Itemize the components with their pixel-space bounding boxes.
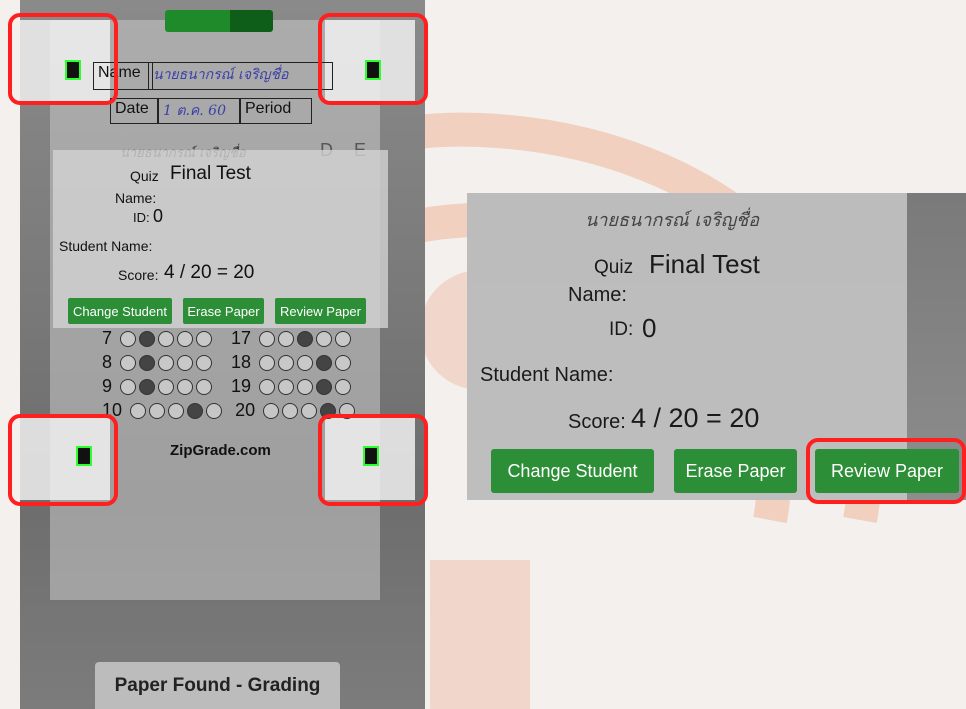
scan-progress-indicator [165, 10, 273, 32]
id-label: ID: [133, 210, 150, 225]
bubble-filled-icon [316, 379, 333, 396]
bubble-icon [196, 355, 213, 372]
bubble-icon [282, 403, 299, 420]
zoom-student-name-label: Student Name: [480, 364, 614, 386]
date-value: 1 ต.ค. 60 [163, 103, 226, 119]
score-value: 4 / 20 = 20 [164, 262, 255, 283]
zoom-name-label: Name: [568, 284, 627, 306]
date-label-cell: Date [110, 98, 158, 124]
bubble-icon [177, 331, 194, 348]
bubble-icon [149, 403, 166, 420]
name-field-label: Name: [115, 190, 157, 206]
bubble-filled-icon [316, 355, 333, 372]
zoom-erase-paper-button[interactable]: Erase Paper [674, 449, 797, 493]
question-number: 17 [231, 328, 252, 348]
bubble-icon [177, 379, 194, 396]
erase-paper-button[interactable]: Erase Paper [183, 298, 264, 324]
bubble-icon [335, 355, 352, 372]
period-label-cell: Period [240, 98, 312, 124]
bubble-icon [168, 403, 185, 420]
score-label: Score: [118, 267, 159, 283]
zoom-change-student-button[interactable]: Change Student [491, 449, 654, 493]
highlight-top-left [8, 13, 118, 105]
zoom-handwritten-name: นายธนากรณ์ เจริญชื่อ [585, 210, 760, 231]
zoom-quiz-label: Quiz [594, 257, 634, 278]
bubble-icon [301, 403, 318, 420]
change-student-button[interactable]: Change Student [68, 298, 172, 324]
student-name-label: Student Name: [59, 238, 153, 254]
highlight-bottom-right [318, 414, 428, 506]
bubble-icon [177, 355, 194, 372]
bubble-icon [259, 331, 276, 348]
question-number: 9 [102, 376, 113, 396]
bubble-icon [297, 379, 314, 396]
quiz-label: Quiz [130, 168, 159, 184]
question-number: 18 [231, 352, 252, 372]
bubble-icon [259, 355, 276, 372]
answer-row: 7 17 [102, 328, 352, 349]
bubble-icon [297, 355, 314, 372]
question-number: 19 [231, 376, 252, 396]
quiz-name: Final Test [170, 163, 251, 184]
bubble-filled-icon [139, 331, 156, 348]
highlight-bottom-left [8, 414, 118, 506]
bubble-filled-icon [297, 331, 314, 348]
zoom-id-label: ID: [609, 319, 634, 340]
camera-scan-screen: Name นายธนากรณ์ เจริญชื่อ Date 1 ต.ค. 60… [20, 0, 425, 709]
zoom-score-value: 4 / 20 = 20 [631, 403, 760, 433]
bubble-icon [158, 379, 175, 396]
bubble-icon [158, 331, 175, 348]
zipgrade-brand: ZipGrade.com [170, 442, 271, 459]
bubble-icon [120, 379, 137, 396]
date-label: Date [115, 100, 149, 117]
bubble-icon [263, 403, 280, 420]
bubble-icon [120, 331, 137, 348]
review-paper-button[interactable]: Review Paper [275, 298, 366, 324]
question-number: 7 [102, 328, 113, 348]
bubble-icon [335, 379, 352, 396]
highlight-top-right [318, 13, 428, 105]
bubble-icon [278, 379, 295, 396]
bubble-icon [278, 355, 295, 372]
bubble-icon [196, 379, 213, 396]
bubble-icon [316, 331, 333, 348]
bubble-filled-icon [139, 379, 156, 396]
bubble-filled-icon [139, 355, 156, 372]
answer-row: 9 19 [102, 376, 352, 397]
zoom-id-value: 0 [642, 313, 657, 343]
bubble-icon [278, 331, 295, 348]
bubble-icon [130, 403, 147, 420]
bubble-icon [259, 379, 276, 396]
question-number: 8 [102, 352, 113, 372]
highlight-review-paper [806, 438, 966, 504]
question-number: 20 [235, 400, 256, 420]
bubble-icon [158, 355, 175, 372]
bubble-icon [196, 331, 213, 348]
answer-row: 8 18 [102, 352, 352, 373]
zoom-quiz-name: Final Test [649, 249, 760, 279]
id-value: 0 [153, 206, 164, 226]
name-value: นายธนากรณ์ เจริญชื่อ [153, 67, 289, 83]
status-message: Paper Found - Grading [95, 662, 340, 709]
date-value-cell: 1 ต.ค. 60 [158, 98, 240, 124]
name-value-cell: นายธนากรณ์ เจริญชื่อ [148, 62, 333, 90]
bubble-icon [120, 355, 137, 372]
zoom-score-label: Score: [568, 411, 626, 433]
answer-row: 10 20 [102, 400, 356, 421]
period-label: Period [245, 100, 292, 117]
bubble-icon [335, 331, 352, 348]
bubble-icon [206, 403, 223, 420]
grading-result-overlay: Quiz Final Test Name: ID: 0 Student Name… [53, 150, 388, 328]
bubble-filled-icon [187, 403, 204, 420]
